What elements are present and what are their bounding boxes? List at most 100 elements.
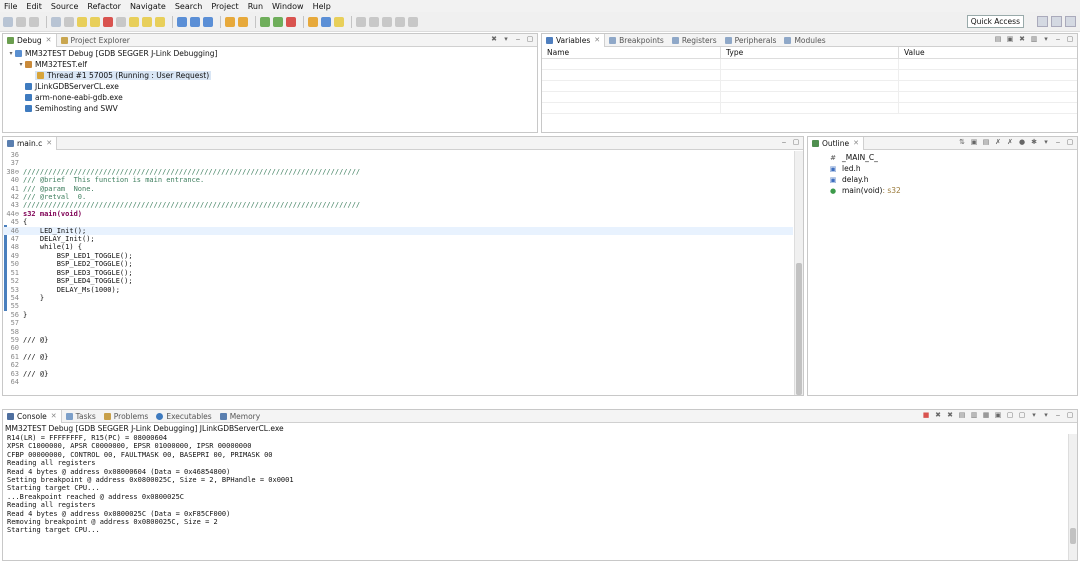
menu-refactor[interactable]: Refactor: [87, 2, 121, 11]
minimize-icon[interactable]: ‒: [1054, 35, 1062, 43]
code-line[interactable]: 40 /// @brief This function is main entra…: [3, 176, 793, 184]
scroll-lock-icon[interactable]: ▥: [970, 411, 978, 419]
code-line[interactable]: 49 BSP_LED1_TOGGLE();: [3, 252, 793, 260]
code-editor[interactable]: 36 37 38⊖ /////////////////////////////////…: [3, 151, 793, 395]
menu-help[interactable]: Help: [313, 2, 331, 11]
code-line[interactable]: 43 //////////////////////////////////////…: [3, 201, 793, 209]
tab-peripherals[interactable]: Peripherals: [721, 34, 781, 47]
step-over-icon[interactable]: [142, 16, 152, 27]
restart-icon[interactable]: [190, 16, 200, 27]
sort-icon[interactable]: ⇅: [958, 138, 966, 146]
menu-search[interactable]: Search: [175, 2, 202, 11]
remove-icon[interactable]: ✖: [1018, 35, 1026, 43]
scroll-thumb[interactable]: [796, 263, 802, 395]
new-console-icon[interactable]: ▾: [1042, 411, 1050, 419]
word-wrap-icon[interactable]: ▦: [982, 411, 990, 419]
expand-icon[interactable]: ▾: [7, 50, 15, 57]
open-perspective-icon[interactable]: [1037, 16, 1048, 27]
group-includes-icon[interactable]: ●: [1018, 138, 1026, 146]
tree-item-semihosting[interactable]: Semihosting and SWV: [3, 103, 537, 114]
code-line[interactable]: 44⊖ s32 main(void): [3, 210, 793, 218]
next-annotation-icon[interactable]: [356, 16, 366, 27]
remove-terminated-icon[interactable]: ✖: [490, 35, 498, 43]
build-icon[interactable]: [225, 16, 235, 27]
remove-launch-icon[interactable]: ✖: [934, 411, 942, 419]
code-line[interactable]: 37: [3, 159, 793, 167]
maximize-icon[interactable]: ▢: [1066, 35, 1074, 43]
menu-navigate[interactable]: Navigate: [130, 2, 166, 11]
code-line[interactable]: 52 BSP_LED4_TOGGLE();: [3, 277, 793, 285]
external-tools-icon[interactable]: [286, 16, 296, 27]
tab-registers[interactable]: Registers: [668, 34, 721, 47]
menu-file[interactable]: File: [4, 2, 17, 11]
save-icon[interactable]: [16, 16, 26, 27]
column-name[interactable]: Name: [542, 47, 721, 58]
outline-item[interactable]: ● main(void) : s32: [828, 185, 1077, 196]
code-line[interactable]: 36: [3, 151, 793, 159]
previous-annotation-icon[interactable]: [369, 16, 379, 27]
code-line[interactable]: 48 while(1) {: [3, 243, 793, 251]
tab-main-c[interactable]: main.c ✕: [3, 136, 58, 150]
tab-variables[interactable]: Variables ✕: [542, 33, 606, 47]
instruction-step-icon[interactable]: [177, 16, 187, 27]
view-menu-icon[interactable]: ▾: [1042, 35, 1050, 43]
close-icon[interactable]: ✕: [853, 139, 859, 147]
code-line[interactable]: 53 DELAY_Ms(1000);: [3, 286, 793, 294]
back-icon[interactable]: [395, 16, 405, 27]
show-stdout-icon[interactable]: ▢: [1006, 411, 1014, 419]
close-icon[interactable]: ✕: [51, 412, 57, 420]
clear-console-icon[interactable]: ▤: [958, 411, 966, 419]
c-perspective-icon[interactable]: [1051, 16, 1062, 27]
column-type[interactable]: Type: [721, 47, 899, 58]
code-line[interactable]: 60: [3, 344, 793, 352]
view-menu-icon[interactable]: ▾: [502, 35, 510, 43]
print-icon[interactable]: [51, 16, 61, 27]
scroll-thumb[interactable]: [1070, 528, 1076, 544]
new-icon[interactable]: [3, 16, 13, 27]
column-value[interactable]: Value: [899, 47, 1077, 58]
last-edit-icon[interactable]: [382, 16, 392, 27]
step-into-icon[interactable]: [129, 16, 139, 27]
outline-item[interactable]: ▣ led.h: [828, 163, 1077, 174]
menu-project[interactable]: Project: [211, 2, 238, 11]
code-line[interactable]: 47 DELAY_Init();: [3, 235, 793, 243]
tree-item-jlink[interactable]: JLinkGDBServerCL.exe: [3, 81, 537, 92]
code-line[interactable]: 61 /// @}: [3, 353, 793, 361]
skip-breakpoints-icon[interactable]: [64, 16, 74, 27]
code-line[interactable]: 45 {: [3, 218, 793, 226]
code-line[interactable]: 46 LED_Init();: [3, 226, 793, 236]
code-line[interactable]: 50 BSP_LED2_TOGGLE();: [3, 260, 793, 268]
tree-item-debug-config[interactable]: ▾ MM32TEST Debug [GDB SEGGER J-Link Debug…: [3, 48, 537, 59]
step-return-icon[interactable]: [155, 16, 165, 27]
hide-macros-icon[interactable]: ✗: [1006, 138, 1014, 146]
maximize-icon[interactable]: ▢: [526, 35, 534, 43]
expand-icon[interactable]: ▾: [17, 61, 25, 68]
maximize-icon[interactable]: ▢: [1066, 138, 1074, 146]
tab-modules[interactable]: Modules: [780, 34, 829, 47]
close-icon[interactable]: ✕: [46, 36, 52, 44]
code-line[interactable]: 64: [3, 378, 793, 386]
forward-icon[interactable]: [408, 16, 418, 27]
menu-edit[interactable]: Edit: [26, 2, 42, 11]
run-icon[interactable]: [273, 16, 283, 27]
tab-tasks[interactable]: Tasks: [62, 410, 100, 423]
console-scrollbar[interactable]: [1068, 434, 1077, 560]
tab-debug[interactable]: Debug ✕: [3, 33, 57, 47]
menu-window[interactable]: Window: [272, 2, 304, 11]
link-editor-icon[interactable]: ✱: [1030, 138, 1038, 146]
collapse-all-icon[interactable]: ▤: [994, 35, 1002, 43]
tree-item-gdb[interactable]: arm-none-eabi-gdb.exe: [3, 92, 537, 103]
minimize-icon[interactable]: ‒: [1054, 411, 1062, 419]
tab-problems[interactable]: Problems: [100, 410, 153, 423]
disconnect-icon[interactable]: [116, 16, 126, 27]
show-stderr-icon[interactable]: ▢: [1018, 411, 1026, 419]
save-all-icon[interactable]: [29, 16, 39, 27]
tab-outline[interactable]: Outline ✕: [808, 136, 865, 150]
code-line[interactable]: 54 }: [3, 294, 793, 302]
code-line[interactable]: 56}: [3, 311, 793, 319]
tab-console[interactable]: Console ✕: [3, 409, 62, 423]
code-line[interactable]: 57: [3, 319, 793, 327]
display-console-icon[interactable]: ▾: [1030, 411, 1038, 419]
view-menu-icon[interactable]: ▾: [1042, 138, 1050, 146]
remove-all-icon[interactable]: ✖: [946, 411, 954, 419]
